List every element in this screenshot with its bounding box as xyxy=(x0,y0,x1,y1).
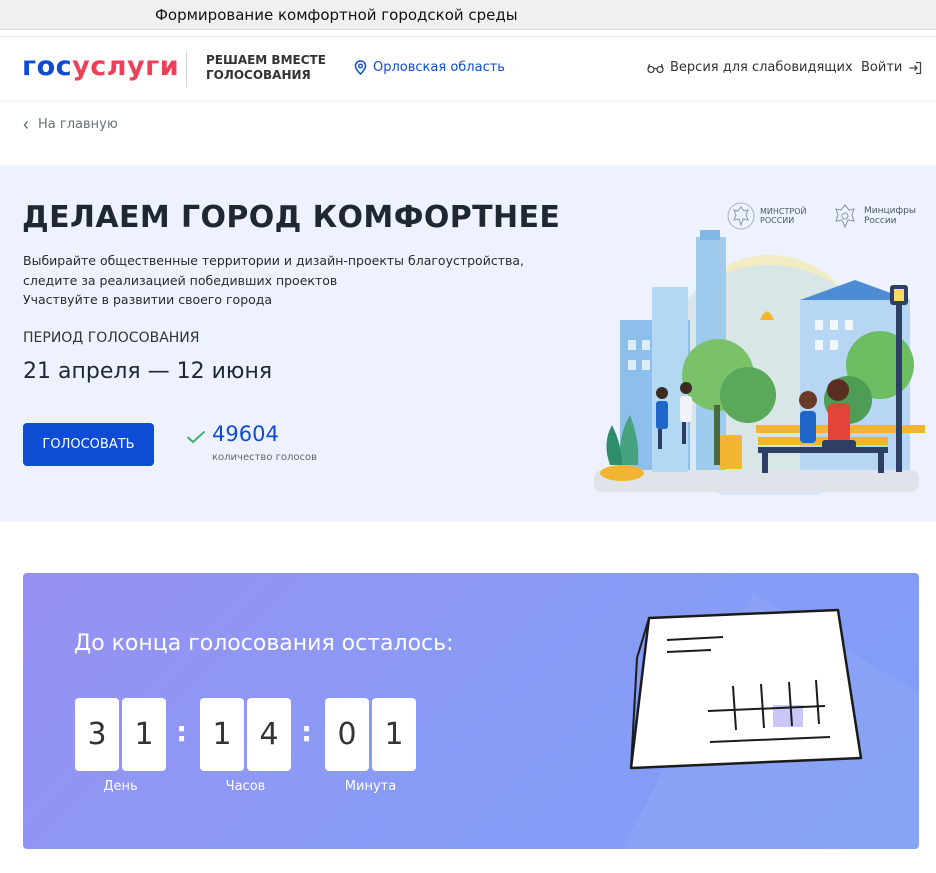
project-name-line1: РЕШАЕМ ВМЕСТЕ xyxy=(206,53,326,67)
hours-digit: 4 xyxy=(247,698,291,771)
hero-section: ДЕЛАЕМ ГОРОД КОМФОРТНЕЕ Выбирайте общест… xyxy=(0,165,936,522)
login-label: Войти xyxy=(861,60,903,75)
voting-period-dates: 21 апреля — 12 июня xyxy=(23,359,273,384)
votes-caption: количество голосов xyxy=(212,452,318,463)
window-title: Формирование комфортной городской среды xyxy=(155,6,518,24)
project-name[interactable]: РЕШАЕМ ВМЕСТЕ ГОЛОСОВАНИЯ xyxy=(206,53,336,83)
minstroy-label: МИНСТРОЙ xyxy=(760,207,807,216)
days-label: День xyxy=(103,779,138,794)
time-separator: : xyxy=(176,715,188,748)
days-digit: 1 xyxy=(122,698,166,771)
hero-title: ДЕЛАЕМ ГОРОД КОМФОРТНЕЕ xyxy=(22,200,561,235)
project-name-line2: ГОЛОСОВАНИЯ xyxy=(206,68,311,82)
city-park-illustration xyxy=(594,230,925,495)
login-button[interactable]: Войти xyxy=(861,60,922,75)
vision-mode-label: Версия для слабовидящих xyxy=(670,60,853,75)
location-pin-icon xyxy=(354,60,367,75)
countdown-title: До конца голосования осталось: xyxy=(74,631,454,656)
header-divider xyxy=(186,51,187,87)
window-titlebar: Формирование комфортной городской среды xyxy=(0,0,936,30)
calendar-illustration xyxy=(629,608,863,770)
time-separator: : xyxy=(301,715,313,748)
minutes-label: Минута xyxy=(344,779,397,794)
checkmark-icon xyxy=(186,430,206,444)
votes-count: 49604 xyxy=(212,422,279,446)
hours-digit: 1 xyxy=(200,698,244,771)
breadcrumb-home-link: На главную xyxy=(38,117,118,132)
hero-description-line: Выбирайте общественные территории и диза… xyxy=(23,253,524,268)
minutes-digit: 0 xyxy=(325,698,369,771)
chevron-left-icon xyxy=(23,120,29,129)
hero-description-line: следите за реализацией победивших проект… xyxy=(23,272,338,288)
voting-period-label: ПЕРИОД ГОЛОСОВАНИЯ xyxy=(23,330,200,346)
login-arrow-icon xyxy=(909,61,922,74)
region-label: Орловская область xyxy=(373,60,505,75)
gosuslugi-logo[interactable]: госуслуги xyxy=(22,51,179,82)
glasses-icon xyxy=(647,63,664,73)
mintsifry-label: Минцифры xyxy=(864,206,916,216)
vision-impaired-link[interactable]: Версия для слабовидящих xyxy=(647,60,853,75)
logo-part-uslugi: услуги xyxy=(72,51,180,82)
site-header: госуслуги РЕШАЕМ ВМЕСТЕ ГОЛОСОВАНИЯ Орло… xyxy=(0,36,936,100)
minstroy-label: РОССИИ xyxy=(760,216,795,225)
logo-part-gos: гос xyxy=(22,51,73,82)
region-selector[interactable]: Орловская область xyxy=(354,60,505,75)
hero-description-line: Участвуйте в развитии своего города xyxy=(23,292,273,307)
days-digit: 3 xyxy=(75,698,119,771)
breadcrumb[interactable]: На главную xyxy=(22,117,118,132)
countdown-panel: До конца голосования осталось: 3 1 : 1 4… xyxy=(23,573,919,849)
hours-label: Часов xyxy=(225,779,266,794)
minutes-digit: 1 xyxy=(372,698,416,771)
hero-description: Выбирайте общественные территории и диза… xyxy=(23,251,524,310)
vote-button[interactable]: ГОЛОСОВАТЬ xyxy=(23,423,154,466)
